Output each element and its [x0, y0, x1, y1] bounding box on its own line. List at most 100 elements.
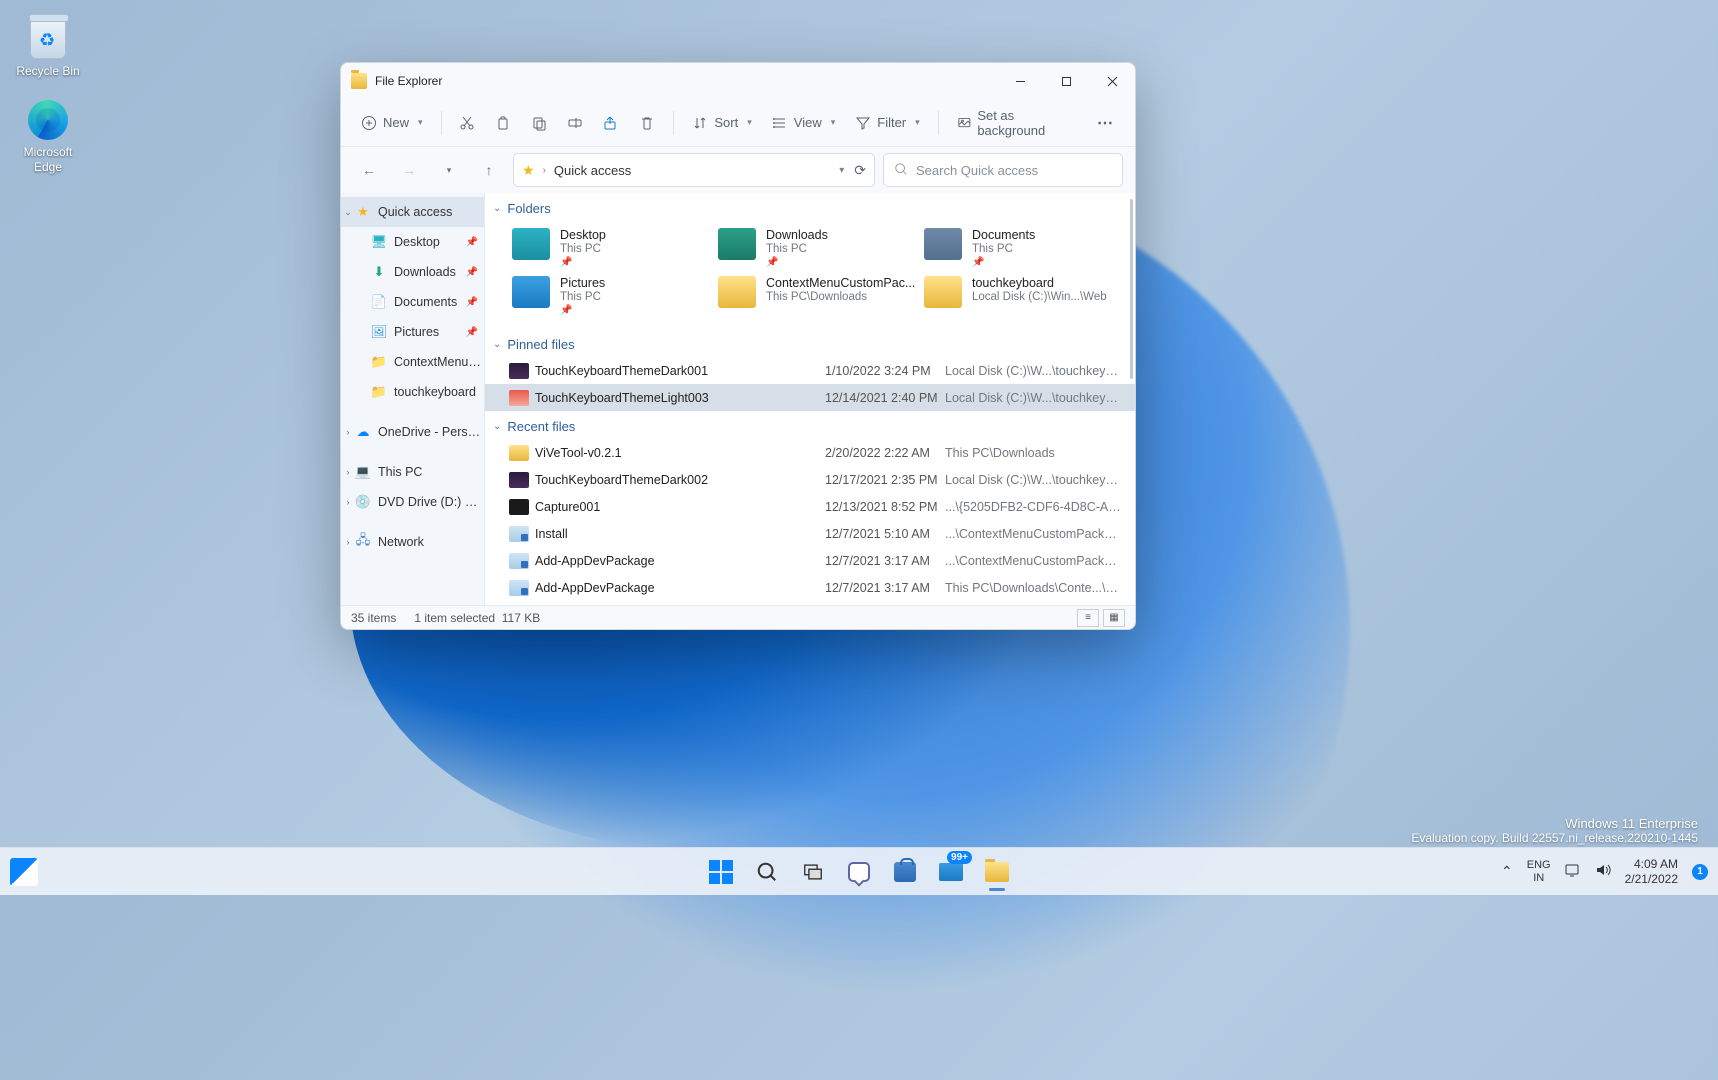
view-button[interactable]: View▾	[764, 106, 843, 140]
file-row[interactable]: TouchKeyboardThemeDark0011/10/2022 3:24 …	[485, 357, 1135, 384]
task-view-button[interactable]	[792, 851, 834, 893]
nav-back-button[interactable]: ←	[353, 154, 385, 186]
paste-button[interactable]	[523, 106, 555, 140]
file-icon	[509, 445, 529, 461]
chevron-icon: ›	[343, 537, 353, 547]
chevron-icon: ⌄	[343, 207, 353, 218]
folder-tile[interactable]: touchkeyboardLocal Disk (C:)\Win...\Web	[921, 273, 1127, 321]
close-button[interactable]	[1089, 63, 1135, 99]
tray-overflow-button[interactable]: ⌃	[1501, 863, 1513, 880]
folders-section-header[interactable]: ⌄Folders	[485, 195, 1135, 221]
widgets-button[interactable]	[10, 858, 38, 886]
system-tray: ⌃ ENGIN 4:09 AM2/21/2022 1	[1501, 857, 1708, 886]
chevron-down-icon[interactable]: ▾	[839, 165, 844, 176]
star-icon: ★	[522, 162, 535, 179]
recycle-bin-icon[interactable]: ♻ Recycle Bin	[10, 10, 86, 86]
file-name: ViVeTool-v0.2.1	[535, 446, 825, 460]
details-view-button[interactable]: ≡	[1077, 609, 1099, 627]
search-icon	[894, 162, 908, 179]
file-explorer-button[interactable]	[976, 851, 1018, 893]
file-row[interactable]: Add-AppDevPackage12/7/2021 3:17 AMThis P…	[485, 574, 1135, 601]
refresh-button[interactable]: ⟳	[854, 162, 866, 179]
set-background-button[interactable]: Set as background	[949, 106, 1085, 140]
folder-tile[interactable]: DesktopThis PC📌	[509, 225, 715, 273]
pin-icon: 📌	[560, 257, 606, 268]
nav-up-button[interactable]: ↑	[473, 154, 505, 186]
nav-dvd[interactable]: ›💿DVD Drive (D:) CCCO	[341, 487, 484, 517]
nav-cmcp[interactable]: 📁ContextMenuCust	[341, 347, 484, 377]
file-row[interactable]: TouchKeyboardThemeLight00312/14/2021 2:4…	[485, 384, 1135, 411]
nav-thispc[interactable]: ›💻This PC	[341, 457, 484, 487]
cut-button[interactable]	[451, 106, 483, 140]
file-date: 12/17/2021 2:35 PM	[825, 473, 945, 487]
address-bar[interactable]: ★ › Quick access ▾ ⟳	[513, 153, 875, 187]
clock[interactable]: 4:09 AM2/21/2022	[1625, 857, 1678, 886]
nav-desktop[interactable]: 🖥Desktop📌	[341, 227, 484, 257]
nav-recent-button[interactable]: ▾	[433, 154, 465, 186]
folder-tile[interactable]: PicturesThis PC📌	[509, 273, 715, 321]
notifications-button[interactable]: 1	[1692, 864, 1708, 880]
search-button[interactable]	[746, 851, 788, 893]
nav-label: This PC	[378, 465, 484, 479]
nav-downloads[interactable]: ⬇Downloads📌	[341, 257, 484, 287]
nav-pictures[interactable]: 🖼Pictures📌	[341, 317, 484, 347]
file-row[interactable]: Capture00112/13/2021 8:52 PM...\{5205DFB…	[485, 493, 1135, 520]
nav-network[interactable]: ›🖧Network	[341, 527, 484, 557]
file-location: ...\{5205DFB2-CDF6-4D8C-A0B1-3...	[945, 500, 1123, 514]
edge-icon[interactable]: Microsoft Edge	[10, 98, 86, 174]
recent-section-header[interactable]: ⌄Recent files	[485, 413, 1135, 439]
file-row[interactable]: ViVeTool-v0.2.12/20/2022 2:22 AMThis PC\…	[485, 439, 1135, 466]
nav-tkb[interactable]: 📁touchkeyboard	[341, 377, 484, 407]
pinned-section-header[interactable]: ⌄Pinned files	[485, 331, 1135, 357]
folder-location: This PC\Downloads	[766, 291, 915, 303]
nav-documents[interactable]: 📄Documents📌	[341, 287, 484, 317]
folder-location: This PC	[972, 243, 1035, 255]
folder-tile[interactable]: ContextMenuCustomPac...This PC\Downloads	[715, 273, 921, 321]
rename-button[interactable]	[559, 106, 591, 140]
folder-tile[interactable]: DownloadsThis PC📌	[715, 225, 921, 273]
sort-button[interactable]: Sort▾	[684, 106, 759, 140]
delete-button[interactable]	[631, 106, 663, 140]
search-input[interactable]: Search Quick access	[883, 153, 1123, 187]
copy-button[interactable]	[487, 106, 519, 140]
maximize-button[interactable]	[1043, 63, 1089, 99]
file-name: TouchKeyboardThemeDark001	[535, 364, 825, 378]
folder-icon	[924, 228, 962, 260]
folder-icon	[718, 276, 756, 308]
folder-name: Pictures	[560, 276, 605, 290]
folder-icon	[718, 228, 756, 260]
network-icon[interactable]	[1565, 863, 1581, 880]
nav-quick-access[interactable]: ⌄★Quick access	[341, 197, 484, 227]
search-placeholder: Search Quick access	[916, 163, 1038, 178]
watermark-line1: Windows 11 Enterprise	[1411, 816, 1698, 831]
file-row[interactable]: TouchKeyboardThemeDark00212/17/2021 2:35…	[485, 466, 1135, 493]
file-row[interactable]: Install12/7/2021 5:10 AM...\ContextMenuC…	[485, 520, 1135, 547]
nav-onedrive[interactable]: ›☁OneDrive - Personal	[341, 417, 484, 447]
titlebar[interactable]: File Explorer	[341, 63, 1135, 99]
volume-icon[interactable]	[1595, 863, 1611, 880]
folders-grid: DesktopThis PC📌DownloadsThis PC📌Document…	[485, 221, 1135, 329]
chevron-right-icon: ›	[543, 165, 546, 176]
file-row[interactable]: Add-AppDevPackage12/7/2021 3:17 AM...\Co…	[485, 547, 1135, 574]
file-explorer-window: File Explorer New▾ Sort▾ View▾ Filter▾ S…	[340, 62, 1136, 630]
new-button[interactable]: New▾	[353, 106, 431, 140]
folder-location: This PC	[560, 291, 605, 303]
chevron-icon: ›	[343, 467, 353, 477]
window-title: File Explorer	[375, 74, 442, 88]
language-button[interactable]: ENGIN	[1527, 859, 1551, 883]
store-button[interactable]	[884, 851, 926, 893]
folder-tile[interactable]: DocumentsThis PC📌	[921, 225, 1127, 273]
filter-button[interactable]: Filter▾	[847, 106, 927, 140]
file-date: 12/14/2021 2:40 PM	[825, 391, 945, 405]
scrollbar[interactable]	[1130, 199, 1133, 379]
file-name: Capture001	[535, 500, 825, 514]
minimize-button[interactable]	[997, 63, 1043, 99]
share-button[interactable]	[595, 106, 627, 140]
more-button[interactable]: ⋯	[1089, 106, 1123, 140]
folder-location: Local Disk (C:)\Win...\Web	[972, 291, 1107, 303]
mail-button[interactable]: 99+	[930, 851, 972, 893]
start-button[interactable]	[700, 851, 742, 893]
chat-button[interactable]	[838, 851, 880, 893]
thumbnails-view-button[interactable]: ▦	[1103, 609, 1125, 627]
nav-forward-button[interactable]: →	[393, 154, 425, 186]
